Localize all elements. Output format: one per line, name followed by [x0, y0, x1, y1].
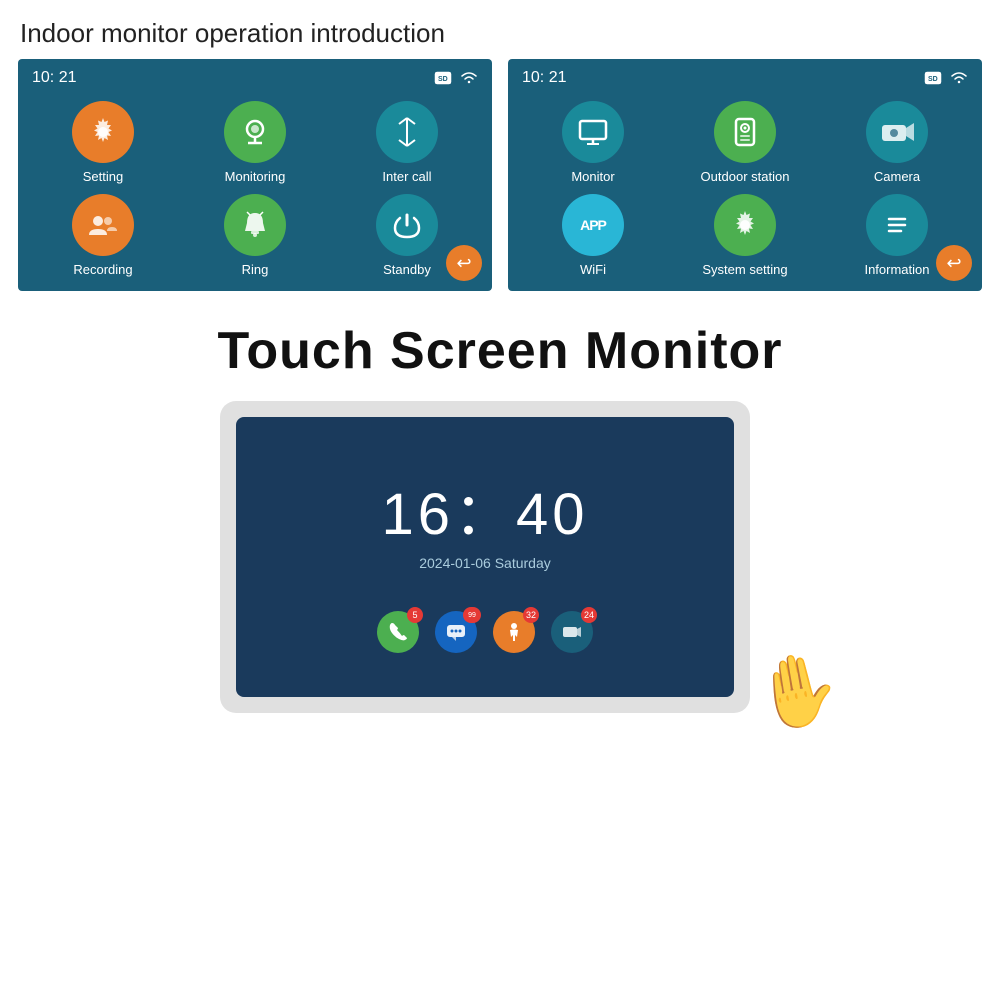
recording-icon — [85, 207, 121, 243]
cam-badge: 24 — [581, 607, 597, 623]
right-status-icons: SD — [924, 71, 968, 85]
phone-icon — [387, 621, 409, 643]
device-screen: 16：40 2024-01-06 Saturday 5 — [236, 417, 734, 697]
intercall-label: Inter call — [382, 169, 431, 184]
monitor-item[interactable]: Monitor — [522, 101, 664, 184]
right-icons-grid: Monitor Outdoor station — [522, 101, 968, 277]
message-icon — [445, 621, 467, 643]
system-setting-icon — [727, 207, 763, 243]
setting-icon — [85, 114, 121, 150]
cam-icon-wrap[interactable]: 24 — [551, 611, 593, 653]
bottom-section: Touch Screen Monitor 16：40 2024-01-06 Sa… — [0, 321, 1000, 713]
touch-screen-title: Touch Screen Monitor — [217, 321, 782, 381]
intercall-item[interactable]: Inter call — [336, 101, 478, 184]
camera-icon — [878, 113, 916, 151]
camera-icon-circle — [866, 101, 928, 163]
setting-label: Setting — [83, 169, 123, 184]
wifi-icon — [460, 71, 478, 85]
camera-item[interactable]: Camera — [826, 101, 968, 184]
right-time: 10: 21 — [522, 69, 566, 87]
left-time: 10: 21 — [32, 69, 76, 87]
monitoring-icon — [236, 113, 274, 151]
motion-icon — [503, 621, 525, 643]
monitoring-label: Monitoring — [225, 169, 286, 184]
right-back-button[interactable]: ↩ — [936, 245, 972, 281]
intercall-icon — [389, 114, 425, 150]
monitoring-icon-circle — [224, 101, 286, 163]
camera-label: Camera — [874, 169, 920, 184]
right-screen-topbar: 10: 21 SD — [522, 69, 968, 87]
cam-icon — [561, 621, 583, 643]
left-screen-topbar: 10: 21 SD — [32, 69, 478, 87]
setting-icon-circle — [72, 101, 134, 163]
ring-item[interactable]: Ring — [184, 194, 326, 277]
system-setting-icon-circle — [714, 194, 776, 256]
system-setting-label: System setting — [702, 262, 787, 277]
bottom-app-icons: 5 99 — [377, 611, 593, 653]
sd-card-icon-right: SD — [924, 71, 944, 85]
device-frame: 16：40 2024-01-06 Saturday 5 — [220, 401, 750, 713]
outdoor-station-icon-circle — [714, 101, 776, 163]
date-display: 2024-01-06 Saturday — [419, 555, 551, 571]
ring-label: Ring — [242, 262, 269, 277]
monitor-label: Monitor — [571, 169, 614, 184]
motion-icon-wrap[interactable]: 32 — [493, 611, 535, 653]
wifi-icon-right — [950, 71, 968, 85]
recording-label: Recording — [73, 262, 132, 277]
device-wrapper: 16：40 2024-01-06 Saturday 5 — [220, 401, 780, 713]
monitoring-item[interactable]: Monitoring — [184, 101, 326, 184]
phone-icon-wrap[interactable]: 5 — [377, 611, 419, 653]
outdoor-station-item[interactable]: Outdoor station — [674, 101, 816, 184]
wifi-app-icon-circle: APP — [562, 194, 624, 256]
phone-badge: 5 — [407, 607, 423, 623]
information-label: Information — [864, 262, 929, 277]
monitor-icon-circle — [562, 101, 624, 163]
recording-icon-circle — [72, 194, 134, 256]
system-setting-item[interactable]: System setting — [674, 194, 816, 277]
information-icon — [879, 207, 915, 243]
right-screen: 10: 21 SD — [508, 59, 982, 291]
svg-text:SD: SD — [438, 76, 448, 83]
recording-item[interactable]: Recording — [32, 194, 174, 277]
svg-text:SD: SD — [928, 76, 938, 83]
outdoor-station-label: Outdoor station — [701, 169, 790, 184]
setting-item[interactable]: Setting — [32, 101, 174, 184]
left-back-button[interactable]: ↩ — [446, 245, 482, 281]
left-screen: 10: 21 SD — [18, 59, 492, 291]
ring-icon — [237, 207, 273, 243]
hand-pointing: 🤚 — [746, 644, 846, 740]
motion-badge: 32 — [523, 607, 539, 623]
clock-display: 16：40 — [381, 467, 588, 551]
monitor-icon — [574, 113, 612, 151]
ring-icon-circle — [224, 194, 286, 256]
sd-card-icon: SD — [434, 71, 454, 85]
message-icon-wrap[interactable]: 99 — [435, 611, 477, 653]
standby-icon-circle — [376, 194, 438, 256]
left-icons-grid: Setting Monitoring — [32, 101, 478, 277]
top-section: 10: 21 SD — [0, 59, 1000, 291]
left-status-icons: SD — [434, 71, 478, 85]
message-badge: 99 — [463, 607, 481, 623]
outdoor-station-icon — [726, 113, 764, 151]
information-icon-circle — [866, 194, 928, 256]
intercall-icon-circle — [376, 101, 438, 163]
page-title: Indoor monitor operation introduction — [0, 0, 1000, 59]
standby-icon — [389, 207, 425, 243]
standby-label: Standby — [383, 262, 431, 277]
wifi-app-item[interactable]: APP WiFi — [522, 194, 664, 277]
wifi-label: WiFi — [580, 262, 606, 277]
